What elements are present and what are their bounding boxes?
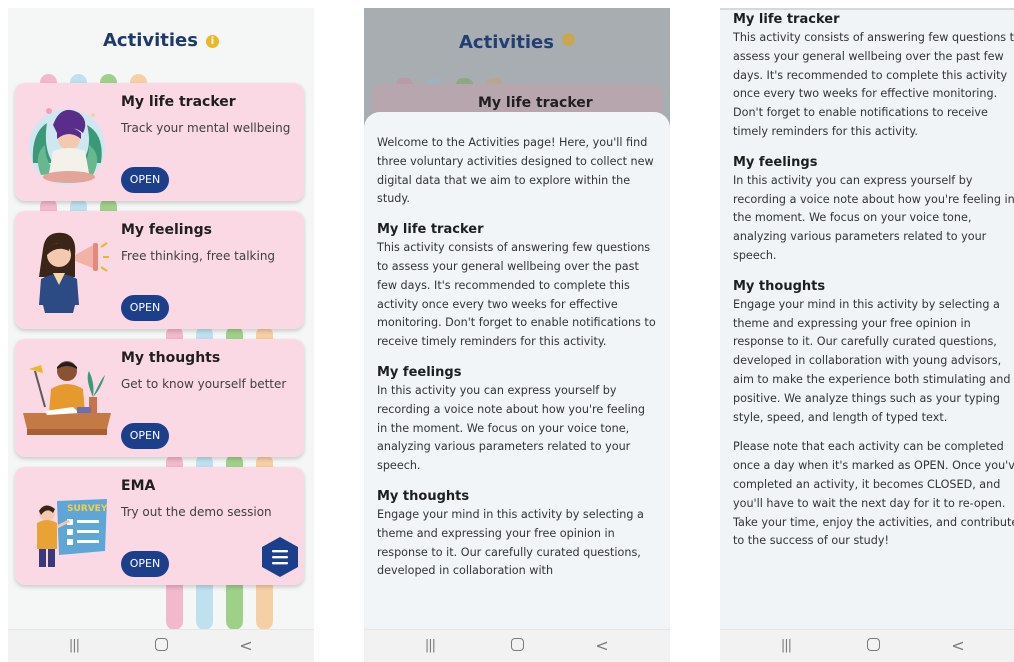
stripe-peach (256, 578, 273, 630)
megaphone-girl-illustration (39, 232, 109, 313)
card-subtitle: Get to know yourself better (121, 377, 287, 391)
system-nav-bar: ||| < (720, 629, 1014, 662)
card-subtitle: Track your mental wellbeing (121, 121, 291, 135)
back-button[interactable]: < (948, 638, 968, 654)
section-body: In this activity you can express yoursel… (733, 173, 1014, 262)
note-text: Please note that each activity can be co… (733, 440, 1014, 548)
home-icon (510, 638, 524, 651)
recents-button[interactable]: ||| (64, 638, 84, 654)
card-title: My feelings (121, 222, 212, 238)
section-body: In this activity you can express yoursel… (377, 383, 645, 473)
card-title: My life tracker (478, 95, 593, 111)
menu-fab-button[interactable] (261, 536, 299, 578)
activities-screen: Activities i My life tracker Track your … (8, 8, 314, 662)
card-subtitle: Free thinking, free talking (121, 249, 276, 263)
info-icon (561, 33, 575, 46)
section-body: Engage your mind in this activity by sel… (377, 507, 644, 578)
section-body: This activity consists of answering few … (733, 31, 1014, 138)
page-title-text: Activities (459, 32, 554, 53)
stripe-pink (166, 578, 183, 630)
home-button[interactable] (863, 638, 883, 654)
home-icon (154, 638, 168, 651)
section-heading: My life tracker (733, 12, 840, 27)
section-heading: My thoughts (377, 488, 470, 504)
intro-text: Welcome to the Activities page! Here, yo… (377, 136, 654, 206)
menu-icon (272, 550, 288, 565)
activity-card-thoughts[interactable]: My thoughts Get to know yourself better … (15, 339, 304, 457)
section-heading: My life tracker (377, 222, 484, 238)
home-button[interactable] (151, 638, 171, 654)
stripe-blue (196, 578, 213, 630)
info-icon[interactable]: i (205, 35, 219, 48)
survey-label: SURVEY (67, 504, 108, 514)
back-button[interactable]: < (236, 638, 256, 654)
open-feelings-button[interactable]: OPEN (121, 295, 169, 321)
writing-desk-illustration (23, 361, 111, 435)
info-bottom-sheet[interactable]: Welcome to the Activities page! Here, yo… (364, 112, 670, 632)
open-thoughts-button[interactable]: OPEN (121, 423, 169, 449)
card-title: EMA (121, 478, 156, 494)
recents-button[interactable]: ||| (776, 638, 796, 654)
back-button[interactable]: < (592, 638, 612, 654)
home-button[interactable] (507, 638, 527, 654)
stripe-green (226, 578, 243, 630)
card-title: My life tracker (121, 94, 236, 110)
section-heading: My feelings (733, 154, 818, 170)
activity-card-feelings[interactable]: My feelings Free thinking, free talking … (15, 211, 304, 329)
open-ema-button[interactable]: OPEN (121, 551, 169, 577)
section-heading: My feelings (377, 364, 462, 380)
section-heading: My thoughts (733, 278, 826, 294)
card-title: My thoughts (121, 350, 221, 366)
system-nav-bar: ||| < (364, 629, 670, 662)
sheet-top-edge (720, 8, 1014, 10)
recents-button[interactable]: ||| (420, 638, 440, 654)
activities-info-scrolled-screen[interactable]: My life tracker This activity consists o… (720, 8, 1014, 662)
section-body: Engage your mind in this activity by sel… (733, 297, 1011, 424)
open-life-tracker-button[interactable]: OPEN (121, 167, 169, 193)
system-nav-bar: ||| < (8, 629, 314, 662)
page-title: Activities (364, 32, 670, 53)
page-title-text: Activities (103, 30, 198, 51)
activity-card-life-tracker[interactable]: My life tracker Track your mental wellbe… (15, 83, 304, 201)
section-body: This activity consists of answering few … (377, 241, 656, 349)
meditation-illustration (29, 108, 105, 185)
survey-illustration: SURVEY (37, 499, 108, 567)
card-subtitle: Try out the demo session (121, 505, 272, 519)
home-icon (866, 638, 880, 651)
page-title: Activities i (8, 30, 314, 51)
activities-info-sheet-screen: Activities My life tracker Welcome to th… (364, 8, 670, 662)
